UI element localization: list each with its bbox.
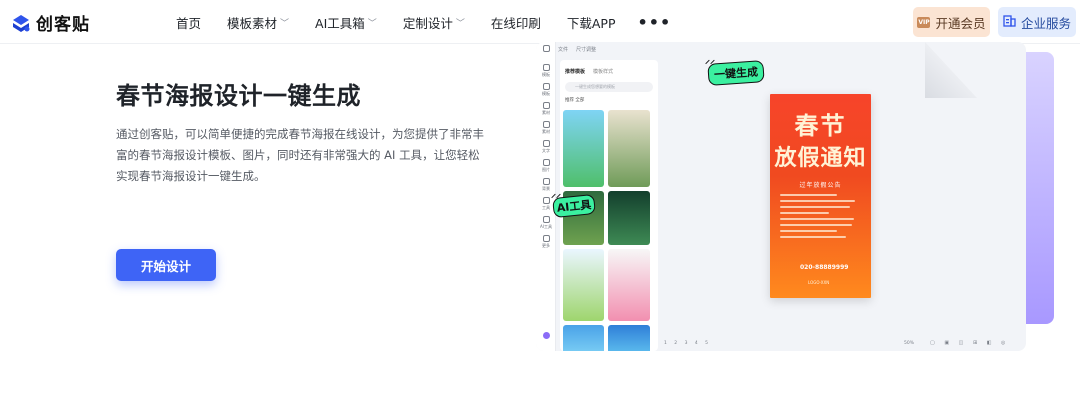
- page-title: 春节海报设计一键生成: [116, 82, 361, 110]
- nav-label: 定制设计: [402, 15, 453, 31]
- canvas-tools-icon: ▢ ▣ ◫ ⊞ ◧ ◎: [930, 340, 1010, 346]
- sidebar-item: 模板: [540, 83, 552, 96]
- sidebar-item: 文字: [540, 140, 552, 153]
- brand-logo[interactable]: 创客贴: [10, 10, 90, 35]
- tab-recommended: 推荐模板: [565, 69, 586, 75]
- nav-label: 在线印刷: [490, 15, 541, 31]
- tab-styles: 模板样式: [593, 69, 614, 75]
- nav-item-download-app[interactable]: 下载APP: [567, 13, 616, 32]
- nav-label: 下载APP: [566, 15, 616, 31]
- brand-name: 创客贴: [36, 15, 90, 35]
- chevron-down-icon: ﹀: [455, 18, 465, 29]
- start-design-button[interactable]: 开始设计: [116, 249, 216, 281]
- menu-file: 文件: [558, 46, 569, 53]
- sidebar-item: 图片: [540, 159, 552, 172]
- chuangketie-logo-icon: [10, 12, 32, 34]
- nav-item-ai-toolbox[interactable]: AI工具箱 ﹀: [315, 13, 377, 32]
- panel-tabs: 推荐模板 模板样式: [565, 68, 613, 75]
- enterprise-label: 企业服务: [1020, 15, 1071, 31]
- template-thumb: [563, 249, 604, 321]
- panel-filter: 推荐 全部: [565, 98, 585, 103]
- menu-resize: 尺寸调整: [576, 46, 597, 53]
- sidebar-item: 素材: [540, 102, 552, 115]
- building-icon: [1003, 14, 1016, 30]
- nav-item-custom-design[interactable]: 定制设计 ﹀: [403, 13, 465, 32]
- poster-body-text: [780, 194, 862, 242]
- more-dots-icon[interactable]: •••: [638, 13, 672, 32]
- sidebar-item: AI工具: [540, 216, 552, 229]
- one-click-generate-sticker: 一键生成: [707, 60, 765, 86]
- poster-title-line2: 放假通知: [774, 145, 867, 171]
- sidebar-item: 更多: [540, 235, 552, 248]
- open-membership-button[interactable]: VIP 开通会员: [913, 7, 990, 37]
- page-pager: 1 2 3 4 5: [664, 341, 712, 346]
- template-thumb: [608, 191, 650, 245]
- panel-search-input: 一键生成您想要的模板: [565, 82, 653, 92]
- avatar: [540, 332, 552, 340]
- poster-subtitle: 过年放假公告: [799, 182, 842, 189]
- template-thumb: [608, 249, 650, 321]
- sidebar-item: 素材: [540, 121, 552, 134]
- top-navbar: 创客贴 首页 模板素材 ﹀ AI工具箱 ﹀ 定制设计 ﹀ 在线印刷 下载APP •••…: [0, 0, 1080, 44]
- membership-label: 开通会员: [935, 15, 986, 31]
- poster-title-line1: 春节: [794, 111, 847, 140]
- chevron-down-icon: ﹀: [280, 18, 290, 29]
- editor-bottom-bar: 1 2 3 4 5 50% ▢ ▣ ◫ ⊞ ◧ ◎: [662, 338, 1026, 350]
- template-thumb: [563, 110, 604, 187]
- editor-topbar: 文件 尺寸调整: [536, 42, 1026, 56]
- nav-item-home[interactable]: 首页: [176, 13, 201, 32]
- sidebar-item: 模板: [540, 64, 552, 77]
- nav-label: 首页: [176, 15, 202, 31]
- vip-crown-icon: VIP: [917, 16, 931, 28]
- poster-phone: 020-88889999: [800, 264, 849, 271]
- nav-item-online-print[interactable]: 在线印刷: [491, 13, 541, 32]
- poster-logo: LOGO·XXN: [808, 280, 830, 285]
- nav-label: 模板素材: [227, 15, 278, 31]
- template-thumb: [563, 325, 604, 351]
- nav-item-templates[interactable]: 模板素材 ﹀: [227, 13, 289, 32]
- poster-preview: 春节 放假通知 过年放假公告 020-88889999 LOGO·XXN: [770, 94, 871, 298]
- main-menu: 首页 模板素材 ﹀ AI工具箱 ﹀ 定制设计 ﹀ 在线印刷 下载APP •••: [176, 0, 671, 44]
- chevron-down-icon: ﹀: [367, 18, 377, 29]
- template-thumb: [608, 325, 650, 351]
- nav-label: AI工具箱: [315, 15, 365, 31]
- enterprise-service-button[interactable]: 企业服务: [998, 7, 1076, 37]
- hero-description: 通过创客贴，可以简单便捷的完成春节海报在线设计，为您提供了非常丰富的春节海报设计…: [116, 127, 484, 183]
- template-thumb: [608, 110, 650, 187]
- zoom-level: 50%: [904, 341, 915, 346]
